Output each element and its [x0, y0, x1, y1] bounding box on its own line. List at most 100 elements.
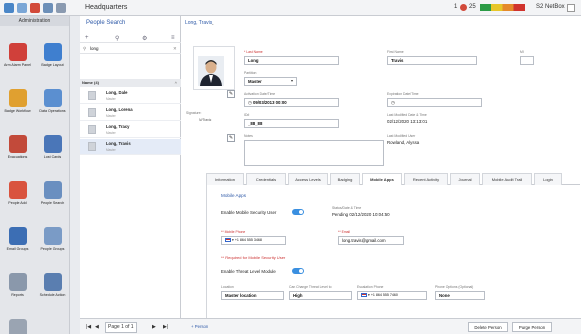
notification-count[interactable]: 1	[454, 4, 457, 10]
expiration-field[interactable]: ◷	[387, 98, 482, 107]
collapse-icon[interactable]: ⌄	[211, 21, 214, 26]
partition-label: Partition	[244, 71, 257, 75]
nav-item-lost-cards[interactable]: Lost Cards	[35, 135, 70, 159]
can-change-label: Can Change Threat Level to	[289, 285, 332, 289]
user-icon[interactable]	[567, 4, 575, 12]
nav-item-people-add[interactable]: People Add	[0, 181, 35, 205]
calendar-icon[interactable]: ◷	[391, 100, 395, 105]
home-icon[interactable]	[4, 3, 14, 13]
first-name-field[interactable]: Travis	[387, 56, 477, 65]
camera-icon[interactable]	[43, 3, 53, 13]
nav-item-email-groups[interactable]: Email Groups	[0, 227, 35, 251]
monitor-icon[interactable]	[17, 3, 27, 13]
list-item[interactable]: Long, Tracy Master	[80, 122, 181, 138]
nav-item-reports[interactable]: Reports	[0, 273, 35, 297]
mobile-phone-field[interactable]: ▾ +1 864 555 3468	[221, 236, 286, 245]
nav-item-schedule-action[interactable]: Schedule Action	[35, 273, 70, 297]
can-change-select[interactable]: High	[289, 291, 352, 300]
tab-credentials[interactable]: Credentials	[246, 173, 286, 185]
email-field[interactable]: long.travis@gmail.com	[338, 236, 404, 245]
sort-icon[interactable]: ˄	[175, 79, 177, 87]
video-icon[interactable]	[56, 3, 66, 13]
panel-title: People Search	[86, 20, 126, 26]
escalation-field[interactable]: ▾ +1 864 555 7460	[357, 291, 427, 300]
top-bar: Headquarters 1 25 S2 NetBox	[0, 0, 581, 16]
detail-tabs: Information Credentials Access Levels Badgi…	[206, 173, 580, 185]
last-modified-value: 02/12/2020 13:13:01	[387, 119, 428, 124]
site-title[interactable]: Headquarters	[85, 4, 127, 11]
nav-item-people-groups[interactable]: People Groups	[35, 227, 70, 251]
enable-security-toggle[interactable]	[292, 209, 304, 215]
status-label: Status/Date & Time	[332, 206, 362, 210]
search-icon[interactable]: ⚲	[115, 35, 119, 42]
gear-icon[interactable]: ⚙	[142, 35, 147, 42]
search-box[interactable]: ⚲ long ✕	[80, 44, 181, 54]
nav-item-label: Evacuations	[7, 155, 28, 159]
utility-icon	[8, 319, 27, 334]
required-note: ** Required for Mobile Security User	[221, 255, 286, 260]
search-input[interactable]: long	[90, 46, 99, 51]
tab-badging[interactable]: Badging	[330, 173, 360, 185]
nav-item-arm-alarm-panel[interactable]: Arm Alarm Panel	[0, 43, 35, 67]
name-column-header[interactable]: Name (4) ˄	[80, 79, 181, 87]
add-person-icon[interactable]: +	[85, 35, 89, 41]
activation-field[interactable]: ◷ 09/03/2013 00:00	[244, 98, 339, 107]
nav-item-utility[interactable]: Utility	[0, 319, 35, 334]
flag-icon[interactable]	[361, 293, 367, 298]
partition-select[interactable]: Master	[244, 77, 297, 86]
nav-item-badge-layout[interactable]: Badge Layout	[35, 43, 70, 67]
nav-item-badge-workflow[interactable]: Badge Workflow	[0, 89, 35, 113]
edit-photo-button[interactable]: ✎	[227, 90, 235, 98]
email-groups-icon	[8, 227, 27, 245]
nav-item-people-search[interactable]: People Search	[35, 181, 70, 205]
add-person-link[interactable]: + Person	[191, 324, 208, 329]
tab-access-levels[interactable]: Access Levels	[288, 173, 328, 185]
nav-item-data-operations[interactable]: Data Operations	[35, 89, 70, 113]
prev-page-icon[interactable]: ◀	[95, 324, 99, 330]
enable-threat-label: Enable Threat Level Module	[221, 269, 276, 274]
threat-level-bar[interactable]	[480, 4, 525, 11]
alert-icon[interactable]	[460, 4, 467, 11]
location-select[interactable]: Master location	[221, 291, 284, 300]
delete-person-button[interactable]: Delete Person	[468, 322, 508, 332]
enable-threat-toggle[interactable]	[292, 268, 304, 274]
tab-mobile-audit-trail[interactable]: Mobile Audit Trail	[482, 173, 532, 185]
list-icon[interactable]: ≡	[171, 35, 175, 41]
flag-icon[interactable]	[225, 238, 231, 243]
last-name-field[interactable]: Long	[244, 56, 339, 65]
page-indicator[interactable]: Page 1 of 1	[105, 322, 137, 333]
user-label[interactable]: S2 NetBox	[536, 4, 565, 10]
nav-item-label: Badge Workflow	[4, 109, 31, 113]
clear-icon[interactable]: ✕	[173, 46, 177, 52]
alert-count[interactable]: 25	[469, 4, 476, 10]
edit-signature-button[interactable]: ✎	[227, 134, 235, 142]
email-label: ** Email	[338, 230, 351, 234]
tab-recent-activity[interactable]: Recent Activity	[404, 173, 448, 185]
purge-person-button[interactable]: Purge Person	[512, 322, 552, 332]
list-item[interactable]: Long, Dale Master	[80, 88, 181, 104]
list-item[interactable]: Long, Lorena Master	[80, 105, 181, 121]
next-page-icon[interactable]: ▶	[152, 324, 156, 330]
avatar	[88, 125, 96, 134]
footer-bar: + Person Delete Person Purge Person	[181, 318, 581, 334]
last-page-icon[interactable]: ▶|	[163, 324, 168, 330]
mi-field[interactable]	[520, 56, 534, 65]
status-value: Pending 02/12/2020 10:04:50	[332, 212, 390, 217]
tab-journal[interactable]: Journal	[450, 173, 480, 185]
tab-login[interactable]: Login	[534, 173, 562, 185]
nav-item-evacuations[interactable]: Evacuations	[0, 135, 35, 159]
person-name: Long, Lorena	[106, 107, 133, 112]
avatar	[88, 108, 96, 117]
list-item[interactable]: Long, Travis Master	[80, 139, 181, 155]
person-name: Long, Travis	[106, 141, 131, 146]
mobile-phone-value: +1 864 555 3468	[234, 238, 262, 242]
notes-field[interactable]	[244, 140, 384, 166]
phone-options-select[interactable]: None	[435, 291, 485, 300]
tab-mobile-apps[interactable]: Mobile Apps	[362, 173, 402, 185]
alarm-icon[interactable]	[30, 3, 40, 13]
activation-value: 09/03/2013 00:00	[252, 100, 287, 105]
first-page-icon[interactable]: |◀	[86, 324, 91, 330]
nav-item-label: Schedule Action	[39, 293, 66, 297]
tab-information[interactable]: Information	[206, 173, 244, 185]
id-field[interactable]: _88_88	[244, 119, 339, 128]
